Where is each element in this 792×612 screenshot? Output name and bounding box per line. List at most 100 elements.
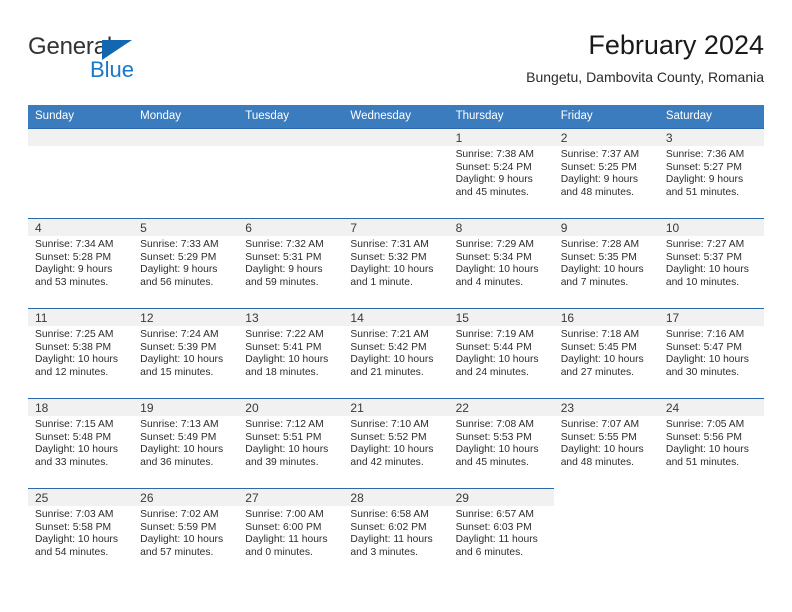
day-number: 11 — [28, 309, 134, 326]
info-line-daylight-1: Daylight: 10 hours — [35, 534, 118, 546]
info-line-sunrise: Sunrise: 7:33 AM — [140, 239, 219, 250]
info-line-daylight-1: Daylight: 9 hours — [455, 174, 533, 186]
info-line-daylight-1: Daylight: 10 hours — [455, 444, 539, 456]
calendar-day-cell[interactable]: 19 Sunrise: 7:13 AM Sunset: 5:49 PM Dayligh… — [133, 398, 239, 488]
info-line-sunset: Sunset: 6:00 PM — [245, 521, 322, 533]
day-number: 23 — [553, 399, 659, 416]
calendar-day-cell[interactable]: 4 Sunrise: 7:34 AM Sunset: 5:28 PM Daylight… — [28, 218, 134, 308]
info-line-sunrise: Sunrise: 7:10 AM — [350, 419, 429, 430]
calendar-day-cell[interactable]: 13 Sunrise: 7:22 AM Sunset: 5:41 PM Dayligh… — [238, 308, 344, 398]
day-sun-info: Sunrise: 7:37 AM Sunset: 5:25 PM Daylight:… — [554, 146, 659, 199]
calendar-day-cell[interactable]: 14 Sunrise: 7:21 AM Sunset: 5:42 PM Dayligh… — [343, 308, 449, 398]
calendar-day-cell[interactable]: 10 Sunrise: 7:27 AM Sunset: 5:37 PM Dayligh… — [658, 218, 764, 308]
calendar-day-cell[interactable]: 17 Sunrise: 7:16 AM Sunset: 5:47 PM Dayligh… — [658, 308, 764, 398]
day-cell-body — [133, 128, 239, 218]
info-line-daylight-2: and 4 minutes. — [455, 276, 524, 288]
calendar-day-cell[interactable]: 28 Sunrise: 6:58 AM Sunset: 6:02 PM Dayligh… — [343, 488, 449, 578]
info-line-daylight-1: Daylight: 9 hours — [245, 264, 323, 276]
day-sun-info: Sunrise: 7:00 AM Sunset: 6:00 PM Daylight:… — [238, 506, 343, 559]
info-line-daylight-2: and 0 minutes. — [245, 546, 313, 558]
day-cell-body: 13 Sunrise: 7:22 AM Sunset: 5:41 PM Dayligh… — [238, 308, 344, 398]
day-cell-body: 29 Sunrise: 6:57 AM Sunset: 6:03 PM Dayligh… — [448, 488, 554, 578]
day-cell-body: 3 Sunrise: 7:36 AM Sunset: 5:27 PM Daylight… — [658, 128, 764, 218]
info-line-sunrise: Sunrise: 6:57 AM — [455, 509, 534, 520]
calendar-day-cell[interactable]: 24 Sunrise: 7:05 AM Sunset: 5:56 PM Dayligh… — [658, 398, 764, 488]
calendar-day-cell[interactable]: 21 Sunrise: 7:10 AM Sunset: 5:52 PM Dayligh… — [343, 398, 449, 488]
calendar-week-row: 18 Sunrise: 7:15 AM Sunset: 5:48 PM Dayligh… — [28, 398, 764, 488]
calendar-cell-empty — [238, 128, 344, 218]
info-line-daylight-1: Daylight: 10 hours — [455, 264, 539, 276]
day-sun-info: Sunrise: 7:03 AM Sunset: 5:58 PM Daylight:… — [28, 506, 133, 559]
day-cell-body — [554, 488, 659, 578]
calendar-day-cell[interactable]: 18 Sunrise: 7:15 AM Sunset: 5:48 PM Dayligh… — [28, 398, 134, 488]
calendar-day-cell[interactable]: 9 Sunrise: 7:28 AM Sunset: 5:35 PM Daylight… — [553, 218, 659, 308]
calendar-day-cell[interactable]: 15 Sunrise: 7:19 AM Sunset: 5:44 PM Dayligh… — [448, 308, 554, 398]
info-line-daylight-1: Daylight: 9 hours — [140, 264, 218, 276]
weekday-header-row: Sunday Monday Tuesday Wednesday Thursday Frid… — [28, 105, 764, 128]
calendar-cell-empty — [133, 128, 239, 218]
calendar-week-row: 25 Sunrise: 7:03 AM Sunset: 5:58 PM Dayligh… — [28, 488, 764, 578]
info-line-sunrise: Sunrise: 7:34 AM — [35, 239, 114, 250]
calendar-cell-empty — [28, 128, 134, 218]
info-line-sunset: Sunset: 5:34 PM — [455, 251, 532, 263]
calendar-day-cell[interactable]: 1 Sunrise: 7:38 AM Sunset: 5:24 PM Daylight… — [448, 128, 554, 218]
day-number: 21 — [343, 399, 449, 416]
calendar-day-cell[interactable]: 5 Sunrise: 7:33 AM Sunset: 5:29 PM Daylight… — [133, 218, 239, 308]
info-line-sunset: Sunset: 6:02 PM — [350, 521, 427, 533]
page-subtitle: Bungetu, Dambovita County, Romania — [526, 69, 764, 85]
calendar-day-cell[interactable]: 3 Sunrise: 7:36 AM Sunset: 5:27 PM Daylight… — [658, 128, 764, 218]
day-cell-body: 14 Sunrise: 7:21 AM Sunset: 5:42 PM Dayligh… — [343, 308, 449, 398]
info-line-sunrise: Sunrise: 7:32 AM — [245, 239, 324, 250]
day-number: 6 — [238, 219, 344, 236]
calendar-day-cell[interactable]: 6 Sunrise: 7:32 AM Sunset: 5:31 PM Daylight… — [238, 218, 344, 308]
calendar-day-cell[interactable]: 26 Sunrise: 7:02 AM Sunset: 5:59 PM Dayligh… — [133, 488, 239, 578]
info-line-sunset: Sunset: 5:51 PM — [245, 431, 322, 443]
day-cell-body: 5 Sunrise: 7:33 AM Sunset: 5:29 PM Daylight… — [133, 218, 239, 308]
calendar-day-cell[interactable]: 25 Sunrise: 7:03 AM Sunset: 5:58 PM Dayligh… — [28, 488, 134, 578]
info-line-sunset: Sunset: 6:03 PM — [455, 521, 532, 533]
calendar-day-cell[interactable]: 23 Sunrise: 7:07 AM Sunset: 5:55 PM Dayligh… — [553, 398, 659, 488]
calendar-day-cell[interactable]: 7 Sunrise: 7:31 AM Sunset: 5:32 PM Daylight… — [343, 218, 449, 308]
day-sun-info: Sunrise: 7:27 AM Sunset: 5:37 PM Daylight:… — [659, 236, 764, 289]
day-cell-body: 16 Sunrise: 7:18 AM Sunset: 5:45 PM Dayligh… — [553, 308, 659, 398]
info-line-sunrise: Sunrise: 7:38 AM — [455, 149, 534, 160]
general-blue-logo[interactable]: General Blue — [28, 34, 158, 86]
day-number: 8 — [448, 219, 554, 236]
info-line-sunrise: Sunrise: 7:37 AM — [560, 149, 640, 160]
day-sun-info: Sunrise: 7:21 AM Sunset: 5:42 PM Daylight:… — [343, 326, 448, 379]
info-line-daylight-1: Daylight: 10 hours — [140, 444, 224, 456]
info-line-daylight-1: Daylight: 10 hours — [35, 444, 118, 456]
info-line-sunrise: Sunrise: 7:12 AM — [245, 419, 324, 430]
calendar-day-cell[interactable]: 2 Sunrise: 7:37 AM Sunset: 5:25 PM Daylight… — [553, 128, 659, 218]
calendar-day-cell[interactable]: 29 Sunrise: 6:57 AM Sunset: 6:03 PM Dayligh… — [448, 488, 554, 578]
calendar-day-cell[interactable]: 20 Sunrise: 7:12 AM Sunset: 5:51 PM Dayligh… — [238, 398, 344, 488]
calendar-day-cell[interactable]: 16 Sunrise: 7:18 AM Sunset: 5:45 PM Dayligh… — [553, 308, 659, 398]
info-line-daylight-1: Daylight: 11 hours — [455, 534, 538, 546]
calendar-day-cell[interactable]: 12 Sunrise: 7:24 AM Sunset: 5:39 PM Dayligh… — [133, 308, 239, 398]
calendar-day-cell[interactable]: 8 Sunrise: 7:29 AM Sunset: 5:34 PM Daylight… — [448, 218, 554, 308]
info-line-sunrise: Sunrise: 6:58 AM — [350, 509, 429, 520]
info-line-sunrise: Sunrise: 7:28 AM — [560, 239, 640, 250]
day-cell-body: 22 Sunrise: 7:08 AM Sunset: 5:53 PM Dayligh… — [448, 398, 554, 488]
info-line-daylight-1: Daylight: 10 hours — [665, 264, 749, 276]
calendar-day-cell[interactable]: 11 Sunrise: 7:25 AM Sunset: 5:38 PM Dayligh… — [28, 308, 134, 398]
info-line-sunrise: Sunrise: 7:02 AM — [140, 509, 219, 520]
day-cell-body — [238, 128, 344, 218]
day-number: 16 — [553, 309, 659, 326]
day-cell-body: 10 Sunrise: 7:27 AM Sunset: 5:37 PM Dayligh… — [658, 218, 764, 308]
day-sun-info: Sunrise: 7:36 AM Sunset: 5:27 PM Daylight:… — [659, 146, 764, 199]
day-sun-info: Sunrise: 6:57 AM Sunset: 6:03 PM Daylight:… — [449, 506, 554, 559]
info-line-daylight-2: and 10 minutes. — [665, 276, 740, 288]
weekday-header-thursday: Thursday — [448, 105, 554, 128]
info-line-daylight-2: and 54 minutes. — [35, 546, 109, 558]
calendar-day-cell[interactable]: 22 Sunrise: 7:08 AM Sunset: 5:53 PM Dayligh… — [448, 398, 554, 488]
day-cell-body: 1 Sunrise: 7:38 AM Sunset: 5:24 PM Daylight… — [448, 128, 554, 218]
info-line-sunset: Sunset: 5:32 PM — [350, 251, 427, 263]
info-line-daylight-1: Daylight: 10 hours — [140, 354, 224, 366]
day-number: 2 — [553, 129, 659, 146]
day-sun-info: Sunrise: 7:18 AM Sunset: 5:45 PM Daylight:… — [554, 326, 659, 379]
calendar-day-cell[interactable]: 27 Sunrise: 7:00 AM Sunset: 6:00 PM Dayligh… — [238, 488, 344, 578]
info-line-sunrise: Sunrise: 7:31 AM — [350, 239, 429, 250]
day-cell-body: 8 Sunrise: 7:29 AM Sunset: 5:34 PM Daylight… — [448, 218, 554, 308]
day-number — [133, 129, 239, 146]
